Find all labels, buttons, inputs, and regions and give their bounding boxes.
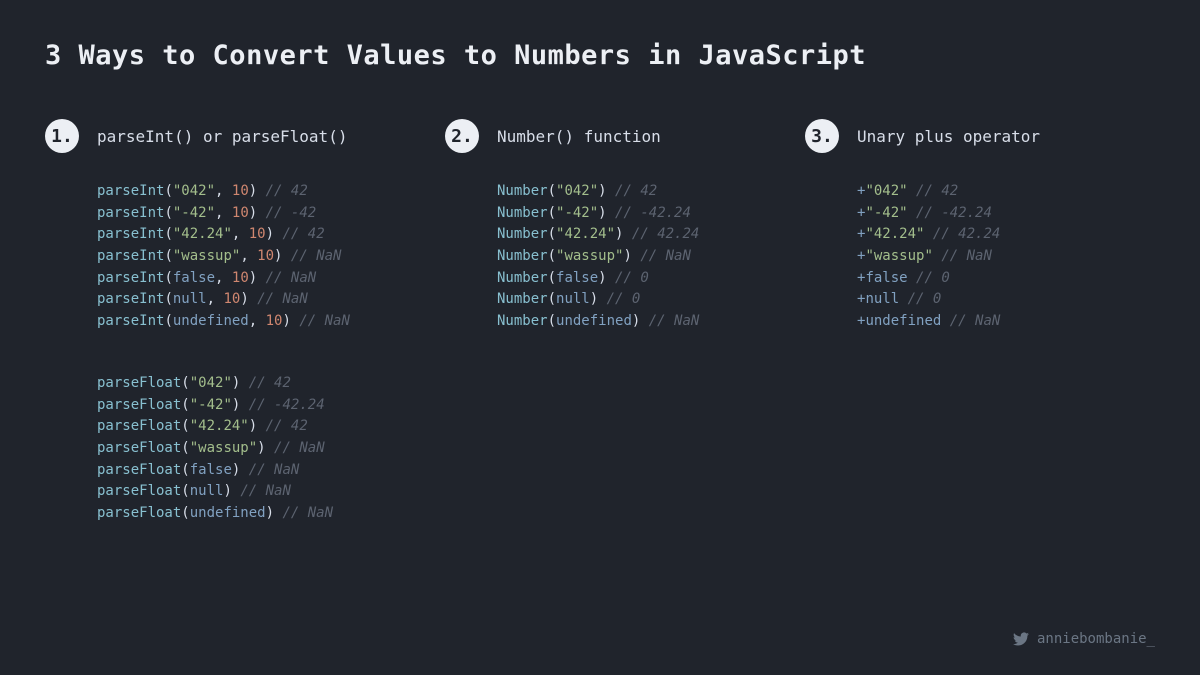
- code-line: parseInt(undefined, 10) // NaN: [97, 311, 425, 333]
- page-title: 3 Ways to Convert Values to Numbers in J…: [45, 40, 1155, 71]
- columns-container: 1. parseInt() or parseFloat() parseInt("…: [45, 119, 1155, 525]
- code-line: parseInt("42.24", 10) // 42: [97, 224, 425, 246]
- code-line: Number(null) // 0: [497, 289, 785, 311]
- code-line: parseFloat("-42") // -42.24: [97, 395, 425, 417]
- section-header: 3. Unary plus operator: [805, 119, 1085, 153]
- code-line: +false // 0: [857, 268, 1085, 290]
- code-line: parseInt("042", 10) // 42: [97, 181, 425, 203]
- code-line: +undefined // NaN: [857, 311, 1085, 333]
- author-handle: anniebombanie_: [1013, 631, 1155, 647]
- code-line: parseInt(null, 10) // NaN: [97, 289, 425, 311]
- handle-text: anniebombanie_: [1037, 631, 1155, 647]
- code-line: +null // 0: [857, 289, 1085, 311]
- code-line: parseFloat(null) // NaN: [97, 481, 425, 503]
- code-line: Number("-42") // -42.24: [497, 203, 785, 225]
- section-header: 2. Number() function: [445, 119, 785, 153]
- code-block-number: Number("042") // 42Number("-42") // -42.…: [445, 181, 785, 333]
- section-title-1: parseInt() or parseFloat(): [97, 127, 347, 146]
- section-3: 3. Unary plus operator +"042" // 42+"-42…: [805, 119, 1085, 525]
- code-line: Number(undefined) // NaN: [497, 311, 785, 333]
- code-line: +"042" // 42: [857, 181, 1085, 203]
- code-block-unaryplus: +"042" // 42+"-42" // -42.24+"42.24" // …: [805, 181, 1085, 333]
- code-line: Number("42.24") // 42.24: [497, 224, 785, 246]
- section-1: 1. parseInt() or parseFloat() parseInt("…: [45, 119, 425, 525]
- code-line: parseInt(false, 10) // NaN: [97, 268, 425, 290]
- section-title-2: Number() function: [497, 127, 661, 146]
- code-line: parseInt("-42", 10) // -42: [97, 203, 425, 225]
- code-line: Number("042") // 42: [497, 181, 785, 203]
- code-block-parsefloat: parseFloat("042") // 42parseFloat("-42")…: [45, 373, 425, 525]
- code-line: parseInt("wassup", 10) // NaN: [97, 246, 425, 268]
- code-line: +"42.24" // 42.24: [857, 224, 1085, 246]
- twitter-icon: [1013, 631, 1029, 647]
- code-line: parseFloat("42.24") // 42: [97, 416, 425, 438]
- section-title-3: Unary plus operator: [857, 127, 1040, 146]
- code-line: +"-42" // -42.24: [857, 203, 1085, 225]
- code-line: parseFloat(false) // NaN: [97, 460, 425, 482]
- badge-1: 1.: [45, 119, 79, 153]
- code-line: parseFloat(undefined) // NaN: [97, 503, 425, 525]
- code-line: parseFloat("042") // 42: [97, 373, 425, 395]
- code-block-parseint: parseInt("042", 10) // 42parseInt("-42",…: [45, 181, 425, 333]
- code-line: parseFloat("wassup") // NaN: [97, 438, 425, 460]
- badge-3: 3.: [805, 119, 839, 153]
- section-header: 1. parseInt() or parseFloat(): [45, 119, 425, 153]
- section-2: 2. Number() function Number("042") // 42…: [445, 119, 785, 525]
- code-line: Number("wassup") // NaN: [497, 246, 785, 268]
- code-line: Number(false) // 0: [497, 268, 785, 290]
- code-line: +"wassup" // NaN: [857, 246, 1085, 268]
- badge-2: 2.: [445, 119, 479, 153]
